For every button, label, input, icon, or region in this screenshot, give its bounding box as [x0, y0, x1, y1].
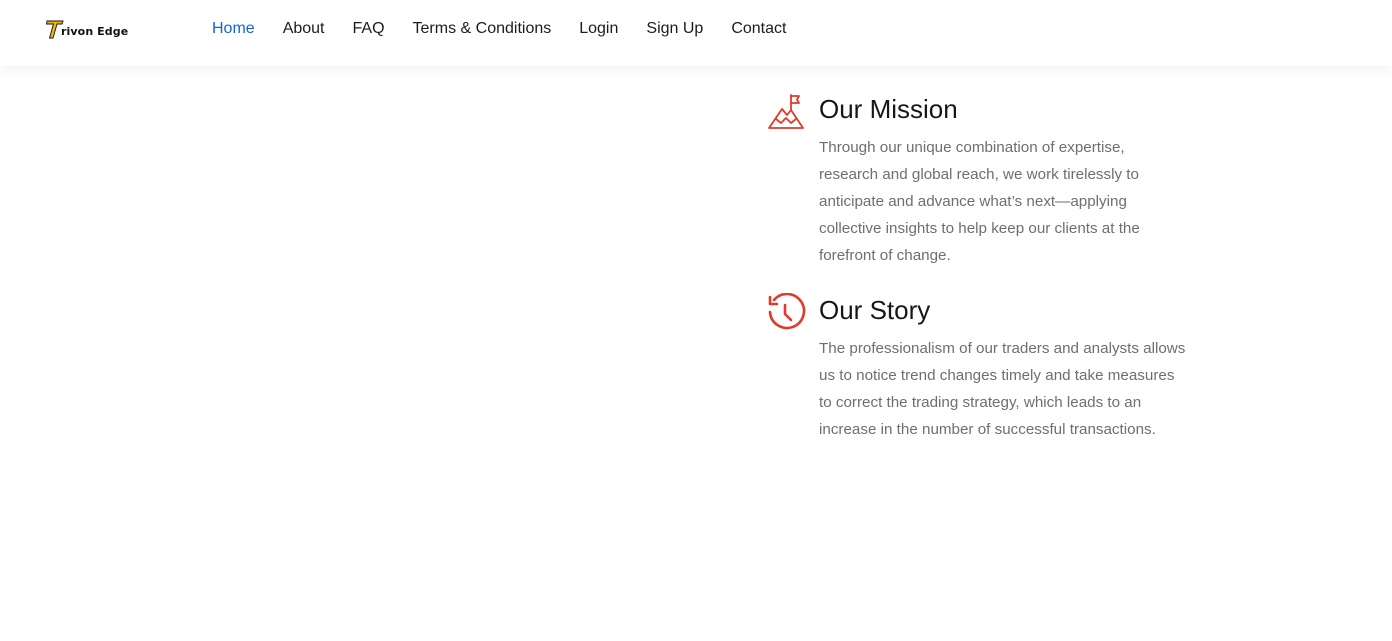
nav-item-login[interactable]: Login: [579, 20, 618, 37]
feature-title: Our Story: [819, 295, 931, 325]
mountain-flag-icon: [768, 94, 804, 129]
history-clock-icon: [768, 293, 806, 330]
site-header: rivon Edge Home About FAQ Terms & Condit…: [0, 0, 1392, 66]
feature-story: Our Story The professionalism of our tra…: [766, 293, 1186, 443]
nav-item-contact[interactable]: Contact: [731, 20, 786, 37]
feature-description: The professionalism of our traders and a…: [819, 340, 1186, 438]
about-features: Our Mission Through our unique combinati…: [766, 92, 1186, 443]
nav-item-sign-up[interactable]: Sign Up: [646, 20, 703, 37]
feature-description: Through our unique combination of expert…: [819, 139, 1140, 264]
nav-item-about[interactable]: About: [283, 20, 325, 37]
nav-item-home[interactable]: Home: [212, 20, 255, 37]
brand-name: rivon Edge: [61, 24, 129, 38]
nav-item-faq[interactable]: FAQ: [353, 20, 385, 37]
brand-logo[interactable]: rivon Edge: [46, 18, 128, 40]
nav-item-terms-conditions[interactable]: Terms & Conditions: [413, 20, 552, 37]
feature-mission: Our Mission Through our unique combinati…: [766, 92, 1186, 269]
feature-title: Our Mission: [819, 94, 958, 124]
main-nav: Home About FAQ Terms & Conditions Login …: [212, 0, 814, 58]
